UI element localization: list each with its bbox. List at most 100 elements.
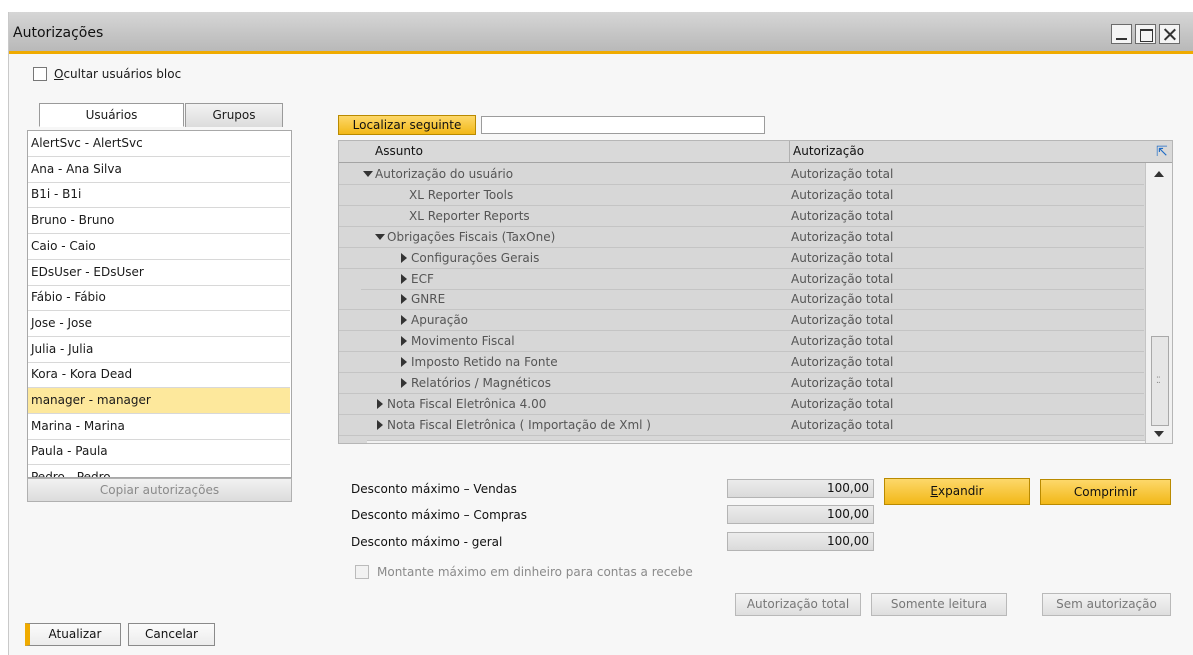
grid-scroll-up-icon[interactable] — [1154, 171, 1164, 177]
user-list-item[interactable]: Jose - Jose — [28, 311, 290, 337]
user-list-item[interactable]: Fábio - Fábio — [28, 285, 290, 312]
user-list-item[interactable]: Pedro - Pedro — [28, 465, 290, 477]
row-subject: Nota Fiscal Eletrônica ( Importação de X… — [387, 417, 651, 432]
discount-general-label: Desconto máximo - geral — [351, 535, 503, 549]
row-subject: Obrigações Fiscais (TaxOne) — [387, 229, 556, 244]
cancel-label: Cancelar — [145, 627, 198, 641]
column-subject-header[interactable]: Assunto — [375, 144, 423, 158]
tree-collapsed-icon[interactable] — [401, 273, 407, 284]
expand-arrow-icon[interactable]: ⇱ — [1156, 145, 1170, 159]
user-list-item[interactable]: Kora - Kora Dead — [28, 362, 290, 389]
row-header-cell — [339, 414, 361, 435]
row-authorization[interactable]: Autorização total — [791, 355, 893, 369]
tree-collapsed-icon[interactable] — [401, 357, 407, 368]
authorizations-window: Autorizações Ocultar usuários bloc Usuár… — [8, 12, 1193, 655]
grid-row[interactable]: Nota Fiscal Eletrônica ( Importação de X… — [339, 414, 1144, 436]
grid-row[interactable]: GNRE Autorização total — [339, 289, 1144, 311]
collapse-button[interactable]: Comprimir — [1040, 479, 1171, 505]
find-input[interactable] — [481, 116, 765, 134]
row-authorization[interactable]: Autorização total — [791, 251, 893, 265]
row-subject: Movimento Fiscal — [411, 334, 515, 349]
minimize-icon[interactable] — [1111, 24, 1132, 44]
find-next-button[interactable]: Localizar seguinte — [338, 115, 476, 135]
grid-vertical-scrollbar[interactable]: ⁚⁚ — [1145, 163, 1172, 443]
row-authorization[interactable]: Autorização total — [791, 292, 893, 306]
title-bar[interactable]: Autorizações — [9, 12, 1193, 54]
read-only-button[interactable]: Somente leitura — [871, 593, 1007, 616]
grid-row[interactable]: Apuração Autorização total — [339, 310, 1144, 332]
close-icon[interactable] — [1159, 24, 1180, 44]
user-list-item[interactable]: Paula - Paula — [28, 439, 290, 466]
tree-collapsed-icon[interactable] — [377, 419, 383, 430]
max-cash-checkbox[interactable] — [355, 565, 369, 579]
user-list-item[interactable]: AlertSvc - AlertSvc — [28, 131, 290, 157]
tab-users[interactable]: Usuários — [39, 103, 184, 127]
row-header-cell — [339, 310, 361, 331]
row-subject: Apuração — [411, 313, 469, 328]
discount-sales-field[interactable]: 100,00 — [727, 479, 874, 498]
row-authorization[interactable]: Autorização total — [791, 272, 893, 286]
tree-collapsed-icon[interactable] — [401, 336, 407, 347]
grid-vertical-thumb[interactable]: ⁚⁚ — [1151, 336, 1169, 426]
discount-purchases-field[interactable]: 100,00 — [727, 505, 874, 524]
row-authorization[interactable]: Autorização total — [791, 334, 893, 348]
row-authorization[interactable]: Autorização total — [791, 397, 893, 411]
grid-row[interactable]: Autorização do usuário Autorização total — [339, 164, 1144, 185]
user-list-item[interactable]: manager - manager — [28, 388, 290, 414]
grid-row[interactable]: Obrigações Fiscais (TaxOne) Autorização t… — [339, 226, 1144, 248]
grid-row[interactable]: Relatórios / Magnéticos Autorização total — [339, 373, 1144, 394]
grid-horizontal-scrollbar[interactable]: ⁚⁚⁚ — [367, 440, 1145, 444]
tree-expanded-icon[interactable] — [375, 233, 385, 240]
user-list: AlertSvc - AlertSvc Ana - Ana Silva B1i - … — [27, 130, 292, 478]
expand-mnemonic: E — [930, 484, 939, 498]
update-button[interactable]: Atualizar — [25, 623, 121, 646]
row-header-cell — [339, 205, 361, 226]
grid-row[interactable]: XL Reporter Tools Autorização total — [339, 184, 1144, 206]
tab-users-label: Usuários — [85, 108, 138, 122]
tree-collapsed-icon[interactable] — [401, 315, 407, 326]
user-list-item[interactable]: Ana - Ana Silva — [28, 157, 290, 183]
grid-row[interactable]: Imposto Retido na Fonte Autorização total — [339, 352, 1144, 374]
grid-row[interactable]: ECF Autorização total — [339, 268, 1144, 290]
row-authorization[interactable]: Autorização total — [791, 376, 893, 390]
row-authorization[interactable]: Autorização total — [791, 313, 893, 327]
grid-scroll-down-icon[interactable] — [1154, 431, 1164, 437]
row-authorization[interactable]: Autorização total — [791, 167, 893, 181]
tree-collapsed-icon[interactable] — [377, 398, 383, 409]
row-authorization[interactable]: Autorização total — [791, 188, 893, 202]
user-list-item[interactable]: Bruno - Bruno — [28, 208, 290, 235]
tree-collapsed-icon[interactable] — [401, 252, 407, 263]
discount-general-field[interactable]: 100,00 — [727, 532, 874, 551]
hide-blocked-checkbox[interactable] — [33, 67, 47, 81]
cancel-button[interactable]: Cancelar — [128, 623, 215, 646]
grid-row[interactable]: Movimento Fiscal Autorização total — [339, 331, 1144, 353]
row-authorization[interactable]: Autorização total — [791, 230, 893, 244]
tree-collapsed-icon[interactable] — [401, 378, 407, 388]
tree-collapsed-icon[interactable] — [401, 294, 407, 305]
grid-horizontal-thumb[interactable]: ⁚⁚⁚ — [387, 443, 982, 444]
user-list-item[interactable]: B1i - B1i — [28, 182, 290, 209]
column-authorization-header[interactable]: Autorização — [793, 144, 864, 158]
user-list-scrollbar[interactable]: ⁚⁚ — [291, 131, 292, 478]
tab-groups[interactable]: Grupos — [185, 103, 283, 127]
grid-row[interactable]: Nota Fiscal Eletrônica 4.00 Autorização t… — [339, 393, 1144, 415]
user-list-item[interactable]: Caio - Caio — [28, 234, 290, 260]
expand-button[interactable]: Expandir — [884, 478, 1030, 505]
row-subject: Configurações Gerais — [411, 250, 540, 265]
user-list-item[interactable]: Marina - Marina — [28, 414, 290, 440]
background-window-strip — [0, 0, 1193, 12]
full-authorization-button[interactable]: Autorização total — [735, 593, 861, 616]
row-authorization[interactable]: Autorização total — [791, 418, 893, 432]
row-authorization[interactable]: Autorização total — [791, 209, 893, 223]
grid-row[interactable]: XL Reporter Reports Autorização total — [339, 205, 1144, 227]
user-list-item[interactable]: Julia - Julia — [28, 337, 290, 363]
tree-expanded-icon[interactable] — [363, 171, 373, 177]
no-authorization-button[interactable]: Sem autorização — [1042, 593, 1171, 616]
hide-blocked-label[interactable]: Ocultar usuários bloc — [54, 67, 181, 81]
column-separator — [789, 141, 790, 162]
grid-row[interactable]: Configurações Gerais Autorização total — [339, 247, 1144, 269]
copy-authorizations-button[interactable]: Copiar autorizações — [27, 478, 292, 502]
discount-sales-label: Desconto máximo – Vendas — [351, 482, 517, 496]
maximize-icon[interactable] — [1135, 24, 1156, 44]
user-list-item[interactable]: EDsUser - EDsUser — [28, 260, 290, 286]
